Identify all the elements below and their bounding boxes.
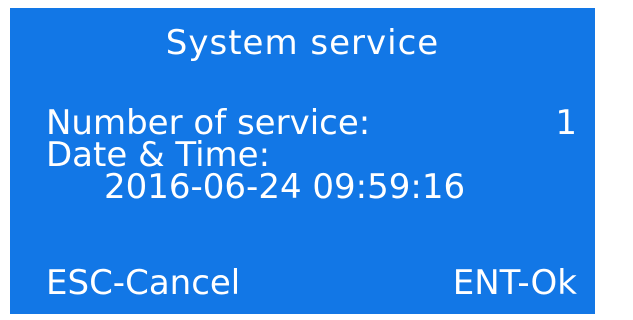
ent-ok-softkey[interactable]: ENT-Ok <box>453 266 577 300</box>
service-count-value: 1 <box>555 103 577 143</box>
esc-cancel-softkey[interactable]: ESC-Cancel <box>46 266 240 300</box>
datetime-value: 2016-06-24 09:59:16 <box>104 167 466 207</box>
screen-title: System service <box>165 23 440 63</box>
device-frame: System service Number of service: 1 Date… <box>0 0 633 320</box>
lcd-screen: System service Number of service: 1 Date… <box>10 8 595 314</box>
